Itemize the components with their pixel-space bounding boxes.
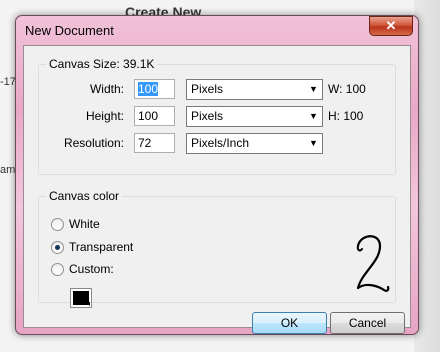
canvas-size-label: Canvas Size: 39.1K xyxy=(46,57,158,71)
chevron-down-icon: ▼ xyxy=(309,84,318,94)
dialog-client-area: Canvas Size: 39.1K Width: 100 Pixels ▼ W… xyxy=(23,45,411,334)
handwritten-2-annotation xyxy=(356,235,390,292)
chevron-down-icon: ▼ xyxy=(309,111,318,121)
radio-custom-label: Custom: xyxy=(69,262,114,276)
resolution-unit-select[interactable]: Pixels/Inch ▼ xyxy=(186,133,323,154)
width-unit-value: Pixels xyxy=(191,82,224,96)
dropdown-corner-icon xyxy=(86,302,90,306)
close-button[interactable]: ✕ xyxy=(369,16,413,36)
radio-transparent-label: Transparent xyxy=(69,240,134,254)
width-readout: W: 100 xyxy=(328,82,366,96)
resolution-value: 72 xyxy=(138,136,152,150)
dialog-title: New Document xyxy=(25,23,114,38)
height-readout: H: 100 xyxy=(328,109,364,123)
resolution-input[interactable]: 72 xyxy=(134,133,175,153)
radio-button[interactable] xyxy=(51,263,64,276)
radio-white-label: White xyxy=(69,217,100,231)
chevron-down-icon: ▼ xyxy=(309,138,318,148)
canvas-color-label: Canvas color xyxy=(46,189,123,203)
title-bar[interactable]: New Document ✕ xyxy=(16,16,418,44)
width-label: Width: xyxy=(89,82,124,96)
custom-color-swatch[interactable] xyxy=(70,288,92,308)
cancel-button[interactable]: Cancel xyxy=(330,312,405,334)
canvas-size-group: Canvas Size: 39.1K Width: 100 Pixels ▼ W… xyxy=(38,57,396,175)
width-unit-select[interactable]: Pixels ▼ xyxy=(186,79,323,100)
new-document-dialog: New Document ✕ Canvas Size: 39.1K Width:… xyxy=(15,15,419,335)
width-input[interactable]: 100 xyxy=(134,79,175,99)
radio-button-checked[interactable] xyxy=(51,241,64,254)
ok-button[interactable]: OK xyxy=(252,312,327,334)
close-icon: ✕ xyxy=(385,18,397,33)
height-unit-select[interactable]: Pixels ▼ xyxy=(186,106,323,127)
resolution-unit-value: Pixels/Inch xyxy=(191,136,250,150)
height-value: 100 xyxy=(138,109,159,123)
radio-button[interactable] xyxy=(51,218,64,231)
resolution-label: Resolution: xyxy=(63,136,124,150)
height-unit-value: Pixels xyxy=(191,109,224,123)
width-value: 100 xyxy=(138,82,159,96)
height-input[interactable]: 100 xyxy=(134,106,175,126)
height-label: Height: xyxy=(85,109,124,123)
